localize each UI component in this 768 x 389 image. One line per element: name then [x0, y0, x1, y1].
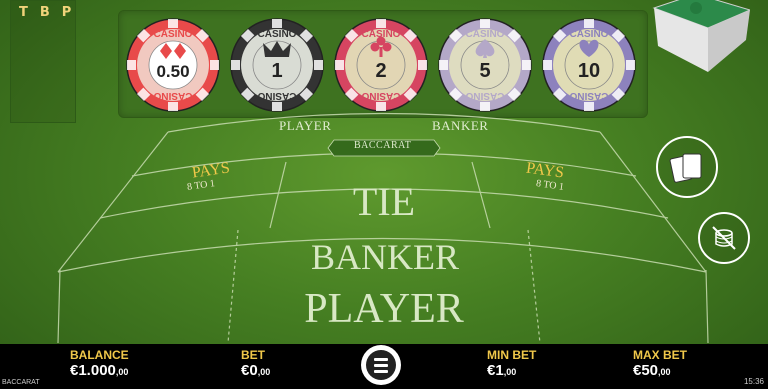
balance-cents: ,00 [115, 367, 129, 377]
player-bet-label: PLAYER [304, 286, 464, 332]
max-bet-cents: ,00 [658, 367, 671, 377]
hamburger-icon [366, 350, 396, 380]
player-label: PLAYER [279, 118, 332, 133]
balance-stat: BALANCE €1.000,00 [70, 348, 129, 380]
min-bet-stat: MIN BET €1,00 [487, 348, 536, 380]
banker-label: BANKER [432, 118, 489, 133]
bet-stat: BET €0,00 [241, 348, 270, 380]
balance-value: €1.000 [70, 362, 116, 379]
baccarat-label: BACCARAT [354, 140, 412, 151]
bet-label: BET [241, 348, 265, 362]
clear-chips-button[interactable] [698, 212, 750, 264]
banker-bet-label: BANKER [310, 237, 459, 277]
history-cards-button[interactable] [656, 136, 718, 198]
cards-icon [669, 153, 702, 183]
menu-button[interactable] [361, 345, 401, 385]
banker-bet-area[interactable]: BANKER [240, 236, 530, 278]
max-bet-value: €50 [633, 362, 659, 379]
tie-label: TIE [352, 179, 416, 224]
min-bet-value: €1 [487, 362, 504, 379]
min-bet-label: MIN BET [487, 348, 537, 362]
player-bet-area[interactable]: PLAYER [232, 284, 536, 334]
min-bet-cents: ,00 [503, 367, 517, 377]
balance-label: BALANCE [70, 348, 129, 362]
footer-game-name: BACCARAT [2, 379, 40, 386]
max-bet-stat: MAX BET €50,00 [633, 348, 687, 380]
bet-cents: ,00 [257, 367, 271, 377]
tie-bet-area[interactable]: TIE [286, 178, 482, 226]
max-bet-label: MAX BET [633, 348, 687, 362]
no-chips-icon [712, 226, 736, 250]
bet-value: €0 [241, 362, 258, 379]
footer-clock: 15:36 [743, 377, 764, 386]
